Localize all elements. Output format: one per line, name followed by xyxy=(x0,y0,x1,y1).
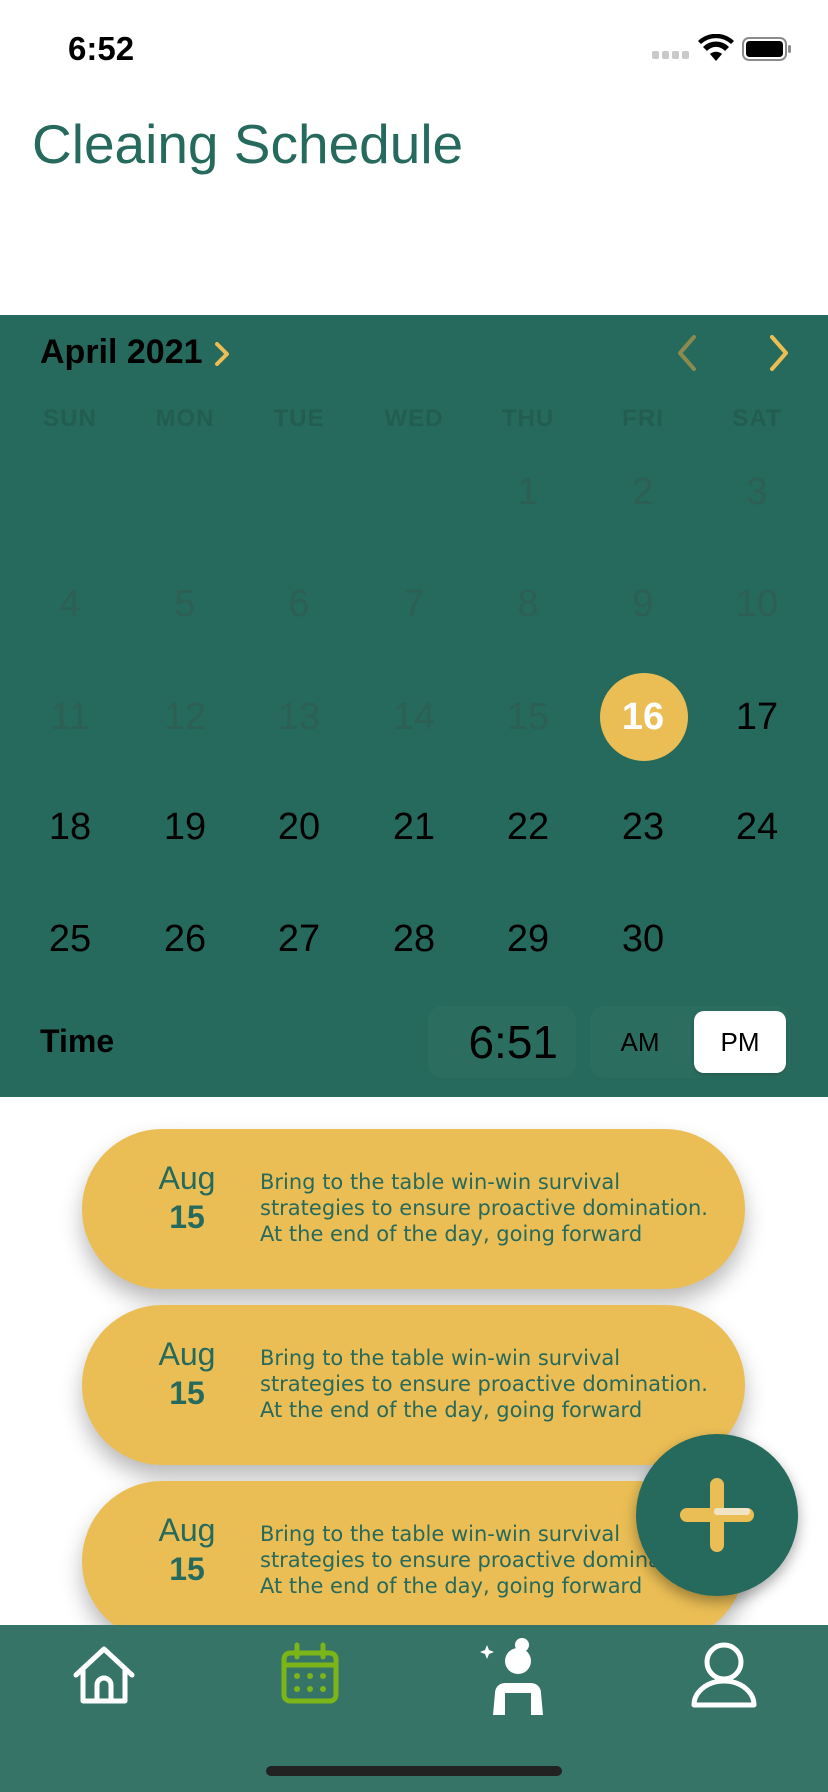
time-label: Time xyxy=(40,1023,115,1059)
calendar-day[interactable]: 14 xyxy=(364,687,464,747)
calendar-day[interactable]: 7 xyxy=(364,574,464,634)
calendar-day[interactable]: 17 xyxy=(707,687,807,747)
calendar-day[interactable]: 8 xyxy=(478,574,578,634)
calendar-day[interactable]: 2 xyxy=(593,462,693,522)
profile-icon[interactable] xyxy=(684,1635,764,1715)
calendar-day[interactable]: 20 xyxy=(249,797,349,857)
task-day: 15 xyxy=(169,1199,205,1235)
calendar-day[interactable]: 11 xyxy=(20,687,120,747)
page-title: Cleaing Schedule xyxy=(32,113,464,175)
calendar-day[interactable]: 15 xyxy=(478,687,578,747)
cleaner-icon[interactable] xyxy=(477,1635,557,1715)
calendar-day[interactable]: 18 xyxy=(20,797,120,857)
add-task-button[interactable] xyxy=(636,1434,798,1596)
status-time: 6:52 xyxy=(68,30,135,67)
task-day: 15 xyxy=(169,1551,205,1587)
calendar-day[interactable]: 16 xyxy=(593,687,693,747)
status-bar: 6:52 xyxy=(0,0,828,100)
am-option[interactable]: AM xyxy=(590,1006,690,1078)
task-month: Aug xyxy=(158,1160,216,1196)
task-month: Aug xyxy=(158,1512,216,1548)
calendar-day[interactable]: 6 xyxy=(249,574,349,634)
calendar-day[interactable]: 26 xyxy=(135,909,235,969)
calendar-day[interactable]: 13 xyxy=(249,687,349,747)
calendar-day[interactable]: 4 xyxy=(20,574,120,634)
plus-icon xyxy=(680,1478,754,1552)
cellular-signal-icon xyxy=(652,51,692,61)
calendar-day[interactable]: 23 xyxy=(593,797,693,857)
calendar-day[interactable]: 29 xyxy=(478,909,578,969)
calendar-day[interactable]: 19 xyxy=(135,797,235,857)
calendar-day[interactable]: 5 xyxy=(135,574,235,634)
calendar-day[interactable]: 1 xyxy=(478,462,578,522)
day-grid: 1 2 3 4 5 6 7 8 9 10 11 12 13 14 15 16 17 18 19 20 21 22 23 24 2… xyxy=(0,315,828,1097)
task-month: Aug xyxy=(158,1336,216,1372)
wifi-icon xyxy=(698,34,734,61)
calendar-day[interactable]: 21 xyxy=(364,797,464,857)
time-input[interactable]: 6:51 xyxy=(428,1006,576,1078)
task-card[interactable]: Aug 15 Bring to the table win-win surviv… xyxy=(82,1305,745,1465)
calendar-day[interactable]: 3 xyxy=(707,462,807,522)
am-pm-selector: AM PM xyxy=(590,1006,790,1078)
battery-icon xyxy=(742,37,791,61)
task-date: Aug 15 xyxy=(132,1159,242,1237)
calendar-day[interactable]: 28 xyxy=(364,909,464,969)
calendar-icon[interactable] xyxy=(270,1635,350,1715)
pm-option[interactable]: PM xyxy=(694,1011,786,1073)
calendar-day[interactable]: 22 xyxy=(478,797,578,857)
task-description: Bring to the table win-win survival stra… xyxy=(260,1170,708,1246)
task-date: Aug 15 xyxy=(132,1511,242,1589)
calendar-day[interactable]: 25 xyxy=(20,909,120,969)
calendar-day[interactable]: 30 xyxy=(593,909,693,969)
task-day: 15 xyxy=(169,1375,205,1411)
calendar-day[interactable]: 12 xyxy=(135,687,235,747)
task-card[interactable]: Aug 15 Bring to the table win-win surviv… xyxy=(82,1129,745,1289)
calendar-day[interactable]: 27 xyxy=(249,909,349,969)
calendar-day[interactable]: 24 xyxy=(707,797,807,857)
task-description: Bring to the table win-win survival stra… xyxy=(260,1346,708,1422)
calendar-day[interactable]: 9 xyxy=(593,574,693,634)
calendar-panel: April 2021 SUN MON TUE WED THU FRI SAT 1… xyxy=(0,315,828,1097)
calendar-day[interactable]: 10 xyxy=(707,574,807,634)
home-icon[interactable] xyxy=(64,1635,144,1715)
task-date: Aug 15 xyxy=(132,1335,242,1413)
home-indicator xyxy=(266,1766,562,1776)
